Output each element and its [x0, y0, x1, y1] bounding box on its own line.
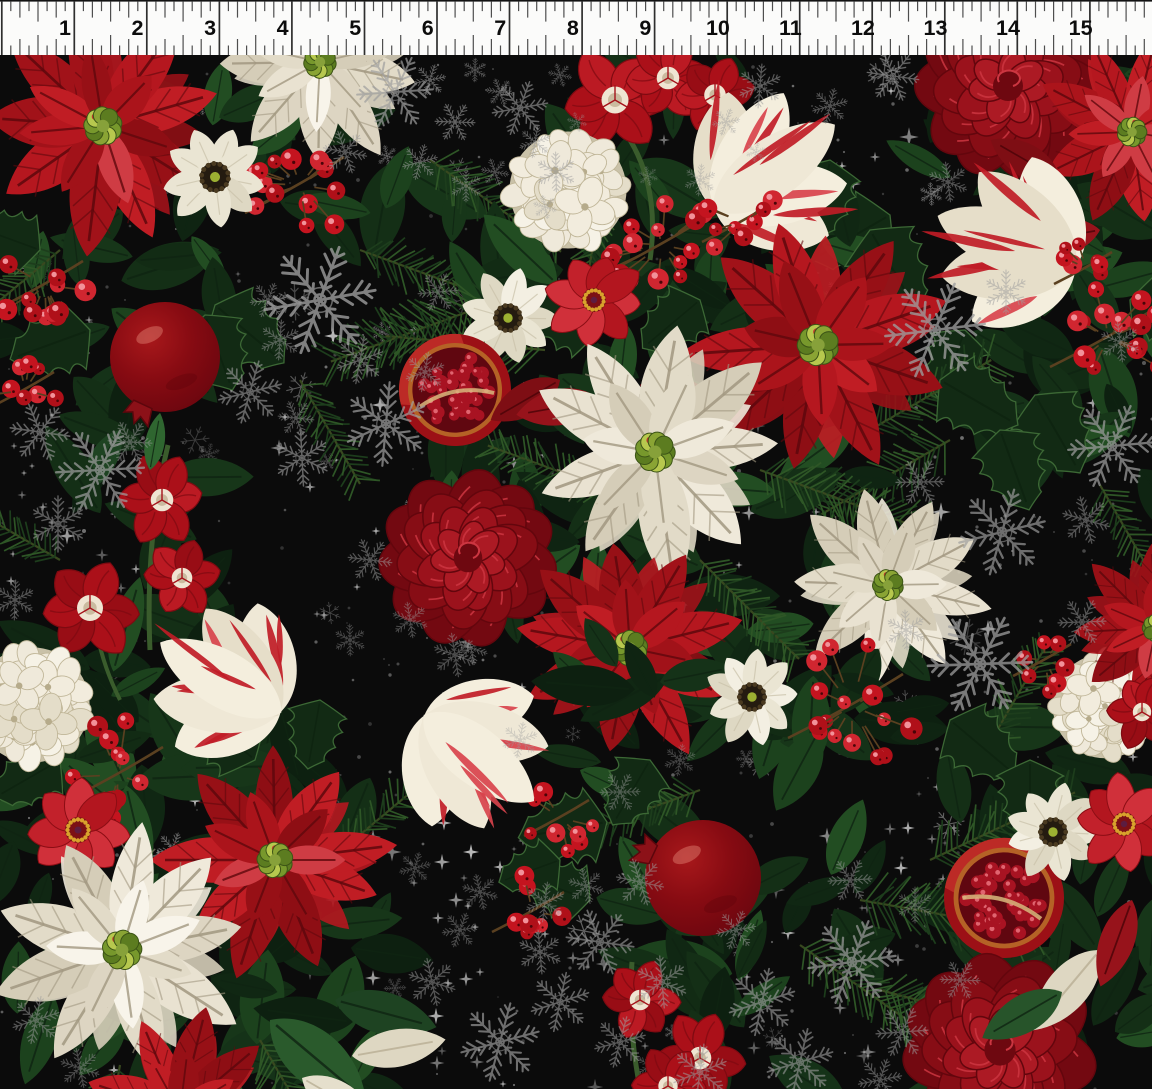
svg-text:4: 4 [277, 16, 289, 40]
svg-text:7: 7 [494, 16, 506, 40]
svg-text:15: 15 [1069, 16, 1093, 40]
svg-text:12: 12 [851, 16, 875, 40]
svg-text:11: 11 [779, 16, 802, 40]
svg-text:14: 14 [996, 16, 1020, 40]
svg-text:9: 9 [639, 16, 651, 40]
svg-text:13: 13 [924, 16, 948, 40]
svg-text:8: 8 [567, 16, 579, 40]
svg-text:10: 10 [706, 16, 730, 40]
svg-text:6: 6 [422, 16, 434, 40]
svg-text:2: 2 [132, 16, 144, 40]
svg-text:5: 5 [349, 16, 361, 40]
svg-text:1: 1 [59, 16, 71, 40]
svg-text:3: 3 [204, 16, 216, 40]
